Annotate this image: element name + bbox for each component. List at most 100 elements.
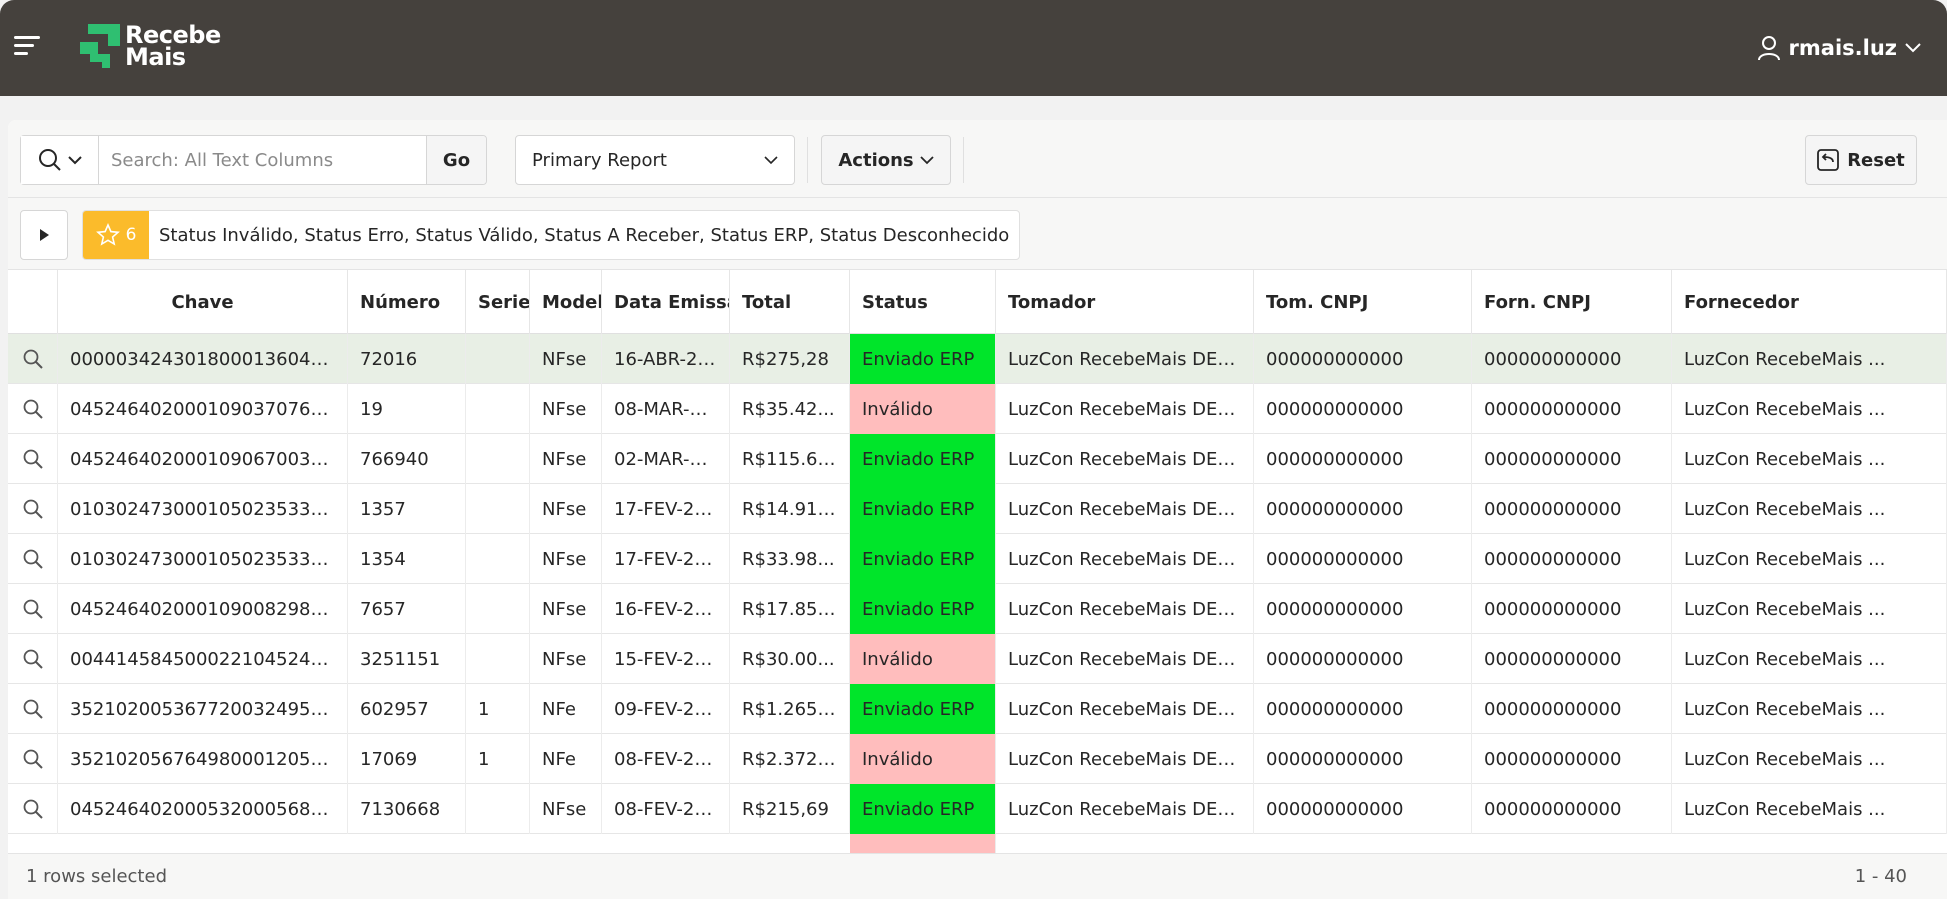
cell-status-text: Inválido xyxy=(862,398,933,420)
cell-fornecedor: LuzCon RecebeMais ... xyxy=(1672,634,1947,684)
cell-total: R$115.64... xyxy=(730,434,850,484)
cell-forn_cnpj: 000000000000 xyxy=(1472,684,1672,734)
column-header-serie[interactable]: Serie xyxy=(466,270,530,334)
magnifier-icon[interactable] xyxy=(8,684,58,734)
table-row[interactable]: 01030247300010502353352... 1354 NFse 17-FEV… xyxy=(8,534,1947,584)
filter-chip[interactable]: 6 Status Inválido, Status Erro, Status V… xyxy=(82,210,1021,260)
actions-button[interactable]: Actions xyxy=(821,135,951,185)
report-toolbar: Go Primary Report Actions Reset xyxy=(8,120,1947,198)
cell-status: Enviado ERP xyxy=(850,684,996,734)
cell-total-text: R$215,69 xyxy=(742,798,829,820)
column-header-forn_cnpj[interactable]: Forn. CNPJ xyxy=(1472,270,1672,334)
magnifier-icon[interactable] xyxy=(8,434,58,484)
cell-tom_cnpj-text: 000000000000 xyxy=(1266,748,1404,770)
column-header-numero[interactable]: Número xyxy=(348,270,466,334)
table-row[interactable]: 00000342430180001360452... 72016 NFse 16-AB… xyxy=(8,334,1947,384)
table-row[interactable]: 04524640200010900829835... 7657 NFse 16-FEV… xyxy=(8,584,1947,634)
column-header-fornecedor[interactable]: Fornecedor xyxy=(1672,270,1947,334)
cell-modelo: NFse xyxy=(530,484,602,534)
cell-forn_cnpj: 000000000000 xyxy=(1472,784,1672,834)
cell-fornecedor: LuzCon RecebeMais ... xyxy=(1672,534,1947,584)
cell-numero-text: 72016 xyxy=(360,348,418,370)
cell-modelo: NFse xyxy=(530,634,602,684)
cell-total-text: R$275,28 xyxy=(742,348,829,370)
magnifier-icon[interactable] xyxy=(8,634,58,684)
search-column-menu[interactable] xyxy=(21,136,99,184)
cell-tom_cnpj-text: 000000000000 xyxy=(1266,398,1404,420)
cell-data-text: 02-MAR-2021 xyxy=(614,448,717,470)
table-row[interactable]: 35210205676498000120550... 17069 1 NFe 08-FE… xyxy=(8,734,1947,784)
cell-tomador: LuzCon RecebeMais DEMO xyxy=(996,784,1254,834)
table-row[interactable]: 04524640200010903707641... 19 NFse 08-MAR-2… xyxy=(8,384,1947,434)
cell-tom_cnpj: 000000000000 xyxy=(1254,584,1472,634)
cell-status-text: Enviado ERP xyxy=(862,448,975,470)
table-row[interactable]: 00441458450002210452464... 3251151 NFse 15-… xyxy=(8,634,1947,684)
cell-numero: 3251151 xyxy=(348,634,466,684)
cell-forn_cnpj: 000000000000 xyxy=(1472,534,1672,584)
magnifier-icon[interactable] xyxy=(8,584,58,634)
cell-numero-text: 3251151 xyxy=(360,648,441,670)
magnifier-icon[interactable] xyxy=(8,784,58,834)
column-header-chave[interactable]: Chave xyxy=(58,270,348,334)
cell-serie xyxy=(466,434,530,484)
cell-total: R$215,69 xyxy=(730,784,850,834)
cell-numero: 17069 xyxy=(348,734,466,784)
search-input[interactable] xyxy=(99,136,426,184)
column-header-status[interactable]: Status xyxy=(850,270,996,334)
selection-count: 1 rows selected xyxy=(26,866,167,887)
column-header-tom_cnpj[interactable]: Tom. CNPJ xyxy=(1254,270,1472,334)
pagination-range: 1 - 40 xyxy=(1854,866,1907,887)
column-header-tomador[interactable]: Tomador xyxy=(996,270,1254,334)
magnifier-icon[interactable] xyxy=(8,734,58,784)
cell-status: Enviado ERP xyxy=(850,534,996,584)
cell-chave: 35210205676498000120550... xyxy=(58,734,348,784)
cell-fornecedor: LuzCon RecebeMais ... xyxy=(1672,784,1947,834)
username: rmais.luz xyxy=(1788,36,1897,60)
table-row[interactable]: 35210200536772003249550... 602957 1 NFe 09-F… xyxy=(8,684,1947,734)
magnifier-icon[interactable] xyxy=(8,334,58,384)
column-header-total[interactable]: Total xyxy=(730,270,850,334)
cell-chave: 01030247300010502353352... xyxy=(58,484,348,534)
table-row[interactable]: 04524640200010906700367... 766940 NFse 02-M… xyxy=(8,434,1947,484)
cell-modelo-text: NFe xyxy=(542,748,576,770)
column-header-modelo[interactable]: Modelo xyxy=(530,270,602,334)
cell-serie xyxy=(466,534,530,584)
cell-status-text: Enviado ERP xyxy=(862,698,975,720)
cell-data-text: 16-FEV-2021 xyxy=(614,598,717,620)
expand-filters-button[interactable] xyxy=(20,210,68,260)
reset-button[interactable]: Reset xyxy=(1805,135,1917,185)
cell-numero-text: 1354 xyxy=(360,548,406,570)
column-header-data[interactable]: Data Emissão.. xyxy=(602,270,730,334)
cell-tomador: LuzCon RecebeMais DEMO xyxy=(996,734,1254,784)
cell-data-text: 09-FEV-2021 xyxy=(614,698,717,720)
report-select[interactable]: Primary Report xyxy=(515,135,795,185)
cell-total-text: R$115.64... xyxy=(742,448,837,470)
cell-tomador: LuzCon RecebeMais DEMO xyxy=(996,534,1254,584)
cell-fornecedor: LuzCon RecebeMais ... xyxy=(1672,584,1947,634)
cell-serie xyxy=(466,784,530,834)
cell-status-text: Inválido xyxy=(862,748,933,770)
cell-data-text: 08-MAR-2021 xyxy=(614,398,717,420)
magnifier-icon[interactable] xyxy=(8,384,58,434)
magnifier-icon[interactable] xyxy=(8,534,58,584)
user-menu[interactable]: rmais.luz xyxy=(1757,32,1921,64)
cell-fornecedor: LuzCon RecebeMais ... xyxy=(1672,734,1947,784)
cell-fornecedor-text: LuzCon RecebeMais ... xyxy=(1684,798,1886,820)
hamburger-icon[interactable] xyxy=(14,36,40,56)
cell-data: 08-FEV-2021 xyxy=(602,784,730,834)
cell-modelo: NFse xyxy=(530,784,602,834)
cell-status-text: Enviado ERP xyxy=(862,498,975,520)
table-row[interactable]: 04524640200053200056869... 7130668 NFse 08-… xyxy=(8,784,1947,834)
filter-count-badge: 6 xyxy=(83,211,149,259)
go-button[interactable]: Go xyxy=(426,136,486,184)
cell-total: R$275,28 xyxy=(730,334,850,384)
cell-tomador: LuzCon RecebeMais DEMO xyxy=(996,634,1254,684)
cell-forn_cnpj-text: 000000000000 xyxy=(1484,748,1622,770)
toolbar-divider xyxy=(963,137,964,183)
cell-numero: 1357 xyxy=(348,484,466,534)
cell-status: Inválido xyxy=(850,634,996,684)
cell-numero-text: 19 xyxy=(360,398,383,420)
cell-status: Enviado ERP xyxy=(850,784,996,834)
table-row[interactable]: 01030247300010502353352... 1357 NFse 17-FEV… xyxy=(8,484,1947,534)
magnifier-icon[interactable] xyxy=(8,484,58,534)
